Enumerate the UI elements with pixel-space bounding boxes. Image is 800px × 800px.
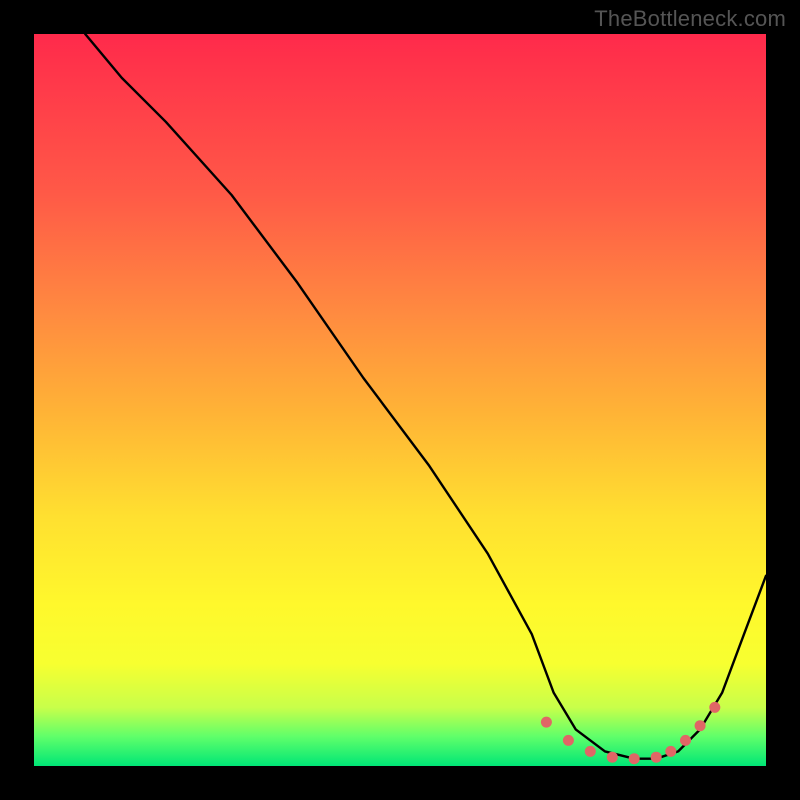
valley-dot	[607, 752, 618, 763]
valley-dot	[629, 753, 640, 764]
valley-dot	[585, 746, 596, 757]
valley-dot	[695, 720, 706, 731]
valley-dot	[541, 717, 552, 728]
valley-dot	[651, 752, 662, 763]
chart-plot-area	[34, 34, 766, 766]
valley-dot	[563, 735, 574, 746]
valley-markers	[541, 702, 720, 764]
attribution-text: TheBottleneck.com	[594, 6, 786, 32]
valley-dot	[709, 702, 720, 713]
bottleneck-curve-svg	[34, 34, 766, 766]
valley-dot	[680, 735, 691, 746]
bottleneck-curve	[85, 34, 766, 759]
valley-dot	[665, 746, 676, 757]
